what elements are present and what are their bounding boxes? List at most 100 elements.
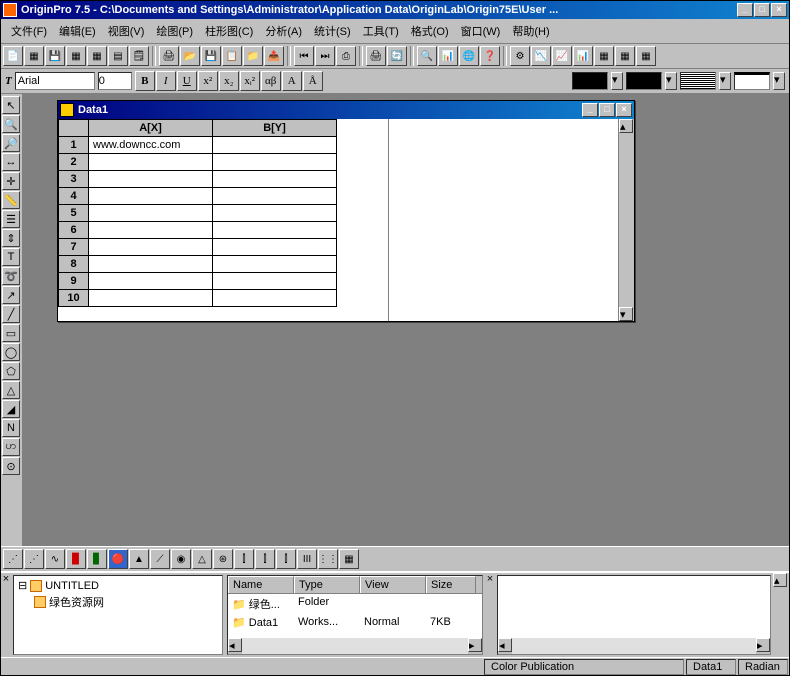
cell-r6-a[interactable] <box>89 222 213 239</box>
project-tree-panel[interactable]: ⊟UNTITLED 绿色资源网 <box>13 575 223 655</box>
row-head-7[interactable]: 7 <box>59 239 89 256</box>
graph-tool-8[interactable]: ◉ <box>171 549 191 569</box>
cell-r2-b[interactable] <box>213 154 337 171</box>
left-tool-4[interactable]: ✛ <box>2 172 20 190</box>
col-header-a[interactable]: A[X] <box>89 120 213 137</box>
cell-r1-a[interactable]: www.downcc.com <box>89 137 213 154</box>
menu-help[interactable]: 帮助(H) <box>506 21 555 41</box>
minimize-button[interactable]: _ <box>737 3 753 17</box>
row-head-3[interactable]: 3 <box>59 171 89 188</box>
left-tool-7[interactable]: ⇕ <box>2 229 20 247</box>
graph-tool-7[interactable]: ⟋ <box>150 549 170 569</box>
toolbar-btn-4[interactable]: ▦ <box>87 46 107 66</box>
line-width-swatch[interactable] <box>734 72 770 90</box>
left-tool-19[interactable]: ⊙ <box>2 457 20 475</box>
toolbar-btn-12[interactable]: 📤 <box>264 46 284 66</box>
format-btn-αβ[interactable]: αβ <box>261 71 281 91</box>
ws-close-button[interactable]: × <box>616 103 632 117</box>
menu-edit[interactable]: 编辑(E) <box>53 21 102 41</box>
toolbar-btn-11[interactable]: 📁 <box>243 46 263 66</box>
cell-r3-a[interactable] <box>89 171 213 188</box>
left-tool-0[interactable]: ↖ <box>2 96 20 114</box>
graph-tool-1[interactable]: ⋰ <box>24 549 44 569</box>
graph-tool-10[interactable]: ⊛ <box>213 549 233 569</box>
left-tool-5[interactable]: 📏 <box>2 191 20 209</box>
cell-r10-a[interactable] <box>89 290 213 307</box>
toolbar-btn-22[interactable]: ⚙ <box>510 46 530 66</box>
panel-handle-mid[interactable]: × <box>485 573 495 657</box>
tree-child[interactable]: 绿色资源网 <box>16 593 220 611</box>
format-btn-x²[interactable]: x² <box>198 71 218 91</box>
format-btn-x₂[interactable]: x₂ <box>219 71 239 91</box>
left-tool-16[interactable]: ◢ <box>2 400 20 418</box>
scroll-up-button[interactable]: ▴ <box>619 119 633 133</box>
left-tool-13[interactable]: ◯ <box>2 343 20 361</box>
row-head-8[interactable]: 8 <box>59 256 89 273</box>
toolbar-btn-14[interactable]: ⏭ <box>315 46 335 66</box>
line-style-swatch[interactable] <box>680 72 716 90</box>
row-head-2[interactable]: 2 <box>59 154 89 171</box>
graph-tool-13[interactable]: ⫿ <box>276 549 296 569</box>
ws-minimize-button[interactable]: _ <box>582 103 598 117</box>
col-name[interactable]: Name <box>228 576 294 593</box>
toolbar-btn-16[interactable]: 🖨 <box>366 46 386 66</box>
row-head-6[interactable]: 6 <box>59 222 89 239</box>
toolbar-btn-7[interactable]: 🖨 <box>159 46 179 66</box>
toolbar-btn-26[interactable]: ▦ <box>594 46 614 66</box>
vertical-scrollbar[interactable]: ▴ ▾ <box>618 119 634 321</box>
toolbar-btn-18[interactable]: 🔍 <box>417 46 437 66</box>
cell-r6-b[interactable] <box>213 222 337 239</box>
left-tool-9[interactable]: ➰ <box>2 267 20 285</box>
row-head-5[interactable]: 5 <box>59 205 89 222</box>
graph-tool-9[interactable]: △ <box>192 549 212 569</box>
line-width-drop[interactable]: ▾ <box>773 72 785 90</box>
cell-r5-b[interactable] <box>213 205 337 222</box>
left-tool-2[interactable]: 🔎 <box>2 134 20 152</box>
toolbar-btn-17[interactable]: 🔄 <box>387 46 407 66</box>
graph-tool-2[interactable]: ∿ <box>45 549 65 569</box>
menu-column[interactable]: 柱形图(C) <box>199 21 259 41</box>
project-list-panel[interactable]: Name Type View Size 📁 绿色...Folder📁 Data1… <box>227 575 483 655</box>
preview-vscroll[interactable]: ▴ <box>773 573 789 657</box>
left-tool-18[interactable]: ဟ <box>2 438 20 456</box>
graph-tool-6[interactable]: ▲ <box>129 549 149 569</box>
cell-r10-b[interactable] <box>213 290 337 307</box>
row-head-10[interactable]: 10 <box>59 290 89 307</box>
toolbar-btn-10[interactable]: 📋 <box>222 46 242 66</box>
left-tool-1[interactable]: 🔍 <box>2 115 20 133</box>
toolbar-btn-25[interactable]: 📊 <box>573 46 593 66</box>
cell-r4-a[interactable] <box>89 188 213 205</box>
line-style-drop[interactable]: ▾ <box>719 72 731 90</box>
row-head-1[interactable]: 1 <box>59 137 89 154</box>
preview-hscroll[interactable]: ◂▸ <box>498 638 770 654</box>
format-btn-I[interactable]: I <box>156 71 176 91</box>
list-hscroll[interactable]: ◂▸ <box>228 638 482 654</box>
menu-window[interactable]: 窗口(W) <box>455 21 507 41</box>
tree-root[interactable]: ⊟UNTITLED <box>16 578 220 593</box>
panel-handle-left[interactable]: × <box>1 573 11 657</box>
cell-r9-b[interactable] <box>213 273 337 290</box>
menu-format[interactable]: 格式(O) <box>405 21 455 41</box>
toolbar-btn-13[interactable]: ⏮ <box>294 46 314 66</box>
toolbar-btn-19[interactable]: 📊 <box>438 46 458 66</box>
cell-r8-b[interactable] <box>213 256 337 273</box>
worksheet-grid[interactable]: A[X]B[Y] 1www.downcc.com2345678910 <box>58 119 388 321</box>
cell-r3-b[interactable] <box>213 171 337 188</box>
format-btn-B[interactable]: B <box>135 71 155 91</box>
format-btn-U[interactable]: U <box>177 71 197 91</box>
graph-tool-14[interactable]: III <box>297 549 317 569</box>
cell-r5-a[interactable] <box>89 205 213 222</box>
line-color-drop[interactable]: ▾ <box>611 72 623 90</box>
graph-tool-3[interactable]: ▉ <box>66 549 86 569</box>
graph-tool-5[interactable]: 🔴 <box>108 549 128 569</box>
toolbar-btn-3[interactable]: ▦ <box>66 46 86 66</box>
menu-file[interactable]: 文件(F) <box>5 21 53 41</box>
graph-tool-15[interactable]: ⋮⋮ <box>318 549 338 569</box>
graph-tool-0[interactable]: ⋰ <box>3 549 23 569</box>
toolbar-btn-9[interactable]: 💾 <box>201 46 221 66</box>
toolbar-btn-24[interactable]: 📈 <box>552 46 572 66</box>
toolbar-btn-1[interactable]: ▦ <box>24 46 44 66</box>
menu-analysis[interactable]: 分析(A) <box>259 21 308 41</box>
menu-view[interactable]: 视图(V) <box>102 21 151 41</box>
graph-tool-16[interactable]: ▦ <box>339 549 359 569</box>
